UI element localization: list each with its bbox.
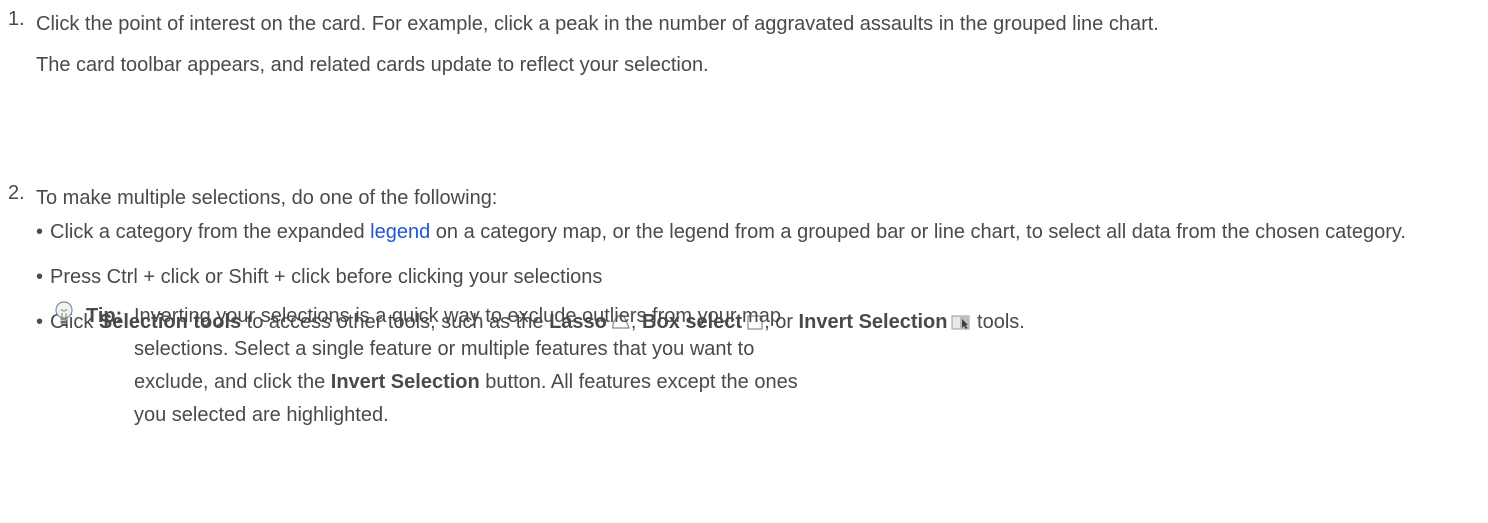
bullet: • — [36, 221, 44, 243]
list-item: • Press Ctrl + click or Shift + click be… — [36, 261, 1466, 294]
bullet: • — [36, 266, 44, 288]
tip-label: Tip: — [86, 305, 123, 327]
step-body: Click the point of interest on the card.… — [36, 8, 1466, 82]
list-item-text: tools. — [971, 311, 1025, 333]
legend-link[interactable]: legend — [370, 221, 430, 243]
lightbulb-icon — [52, 300, 76, 336]
list-item-text: Click a category from the expanded — [50, 221, 371, 243]
bullet: • — [36, 311, 44, 333]
invert-selection-icon — [951, 309, 971, 342]
invert-selection-term: Invert Selection — [330, 371, 480, 393]
step-number: 2. — [8, 182, 25, 204]
help-page: 1. Click the point of interest on the ca… — [0, 0, 1488, 523]
step-number: 1. — [8, 8, 25, 30]
step-result: The card toolbar appears, and related ca… — [36, 54, 709, 76]
tip-text: Inverting your selections is a quick way… — [134, 300, 814, 432]
invert-selection-term: Invert Selection — [798, 311, 948, 333]
list-item-text: Press Ctrl + click or Shift + click befo… — [50, 266, 603, 288]
list-item: • Click a category from the expanded leg… — [36, 216, 1466, 249]
step-instruction: Click the point of interest on the card.… — [36, 13, 1159, 35]
step-instruction: To make multiple selections, do one of t… — [36, 187, 498, 209]
list-item-text: on a category map, or the legend from a … — [430, 221, 1406, 243]
